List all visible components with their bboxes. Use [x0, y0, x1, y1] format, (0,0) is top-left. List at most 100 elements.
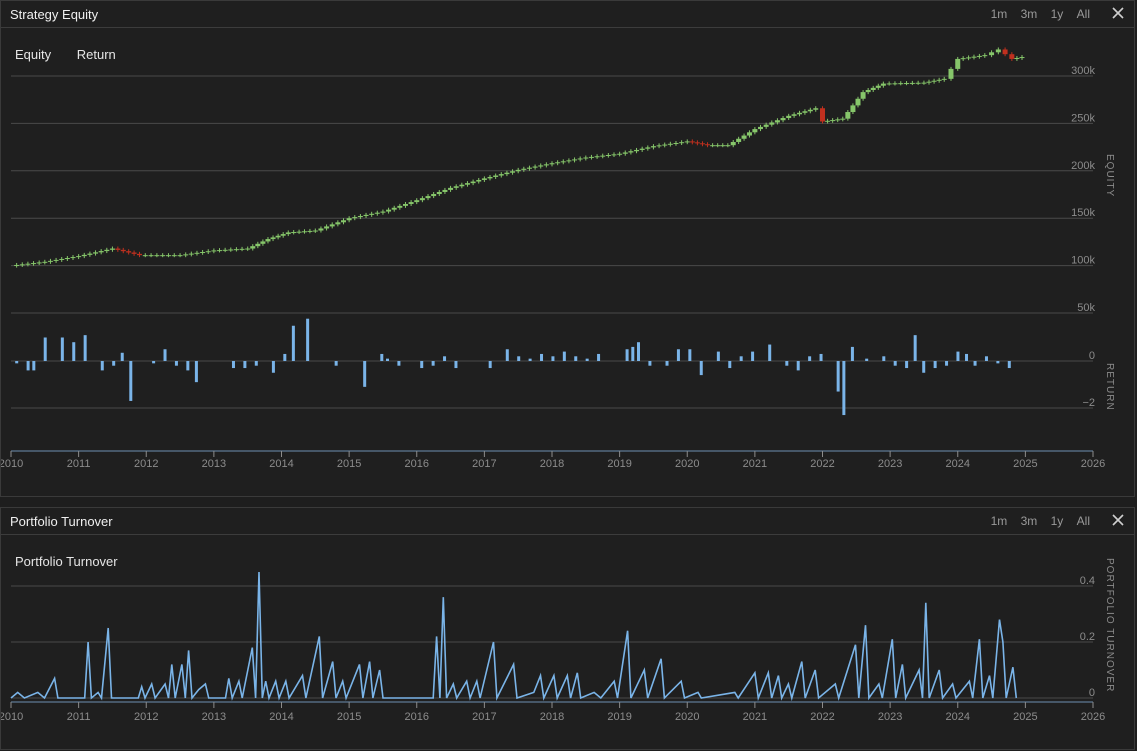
equity-candle: [131, 252, 137, 254]
equity-candle: [285, 232, 291, 235]
equity-candle: [763, 124, 769, 127]
equity-candle: [340, 220, 346, 223]
equity-candle: [476, 179, 482, 182]
equity-candle: [228, 249, 234, 251]
equity-candle: [453, 186, 459, 188]
equity-candle: [363, 214, 369, 216]
equity-candle: [679, 142, 685, 144]
equity-candle: [904, 83, 910, 85]
return-bar: [26, 361, 30, 371]
equity-candle: [448, 187, 454, 190]
return-bar: [283, 353, 287, 361]
equity-candle: [296, 231, 302, 233]
return-bar: [291, 325, 295, 361]
return-bar: [945, 361, 949, 366]
x-axis-tick-label: 2017: [472, 458, 496, 470]
turnover-line: [10, 571, 1018, 702]
equity-candle: [318, 228, 324, 231]
x-axis-tick-label: 2014: [269, 711, 293, 723]
return-bar: [913, 335, 917, 361]
equity-candle: [369, 213, 375, 215]
equity-candle: [42, 261, 48, 263]
equity-candle: [830, 120, 836, 122]
return-bar: [551, 356, 555, 361]
equity-candle: [797, 112, 803, 115]
equity-candle: [966, 57, 972, 59]
equity-candle: [611, 154, 617, 156]
return-bar: [454, 361, 458, 369]
equity-candle: [515, 169, 521, 172]
equity-candle: [414, 200, 420, 203]
equity-candle: [948, 68, 954, 79]
equity-candle: [699, 143, 705, 145]
return-bar: [716, 351, 720, 361]
equity-candle: [498, 174, 504, 176]
equity-candle: [880, 83, 886, 86]
equity-candle: [538, 165, 544, 167]
return-bar: [785, 361, 789, 366]
equity-candle: [109, 248, 115, 250]
equity-candle: [543, 164, 549, 166]
return-bar: [386, 358, 389, 361]
return-axis-label: RETURN: [1104, 363, 1115, 411]
return-bar: [676, 349, 680, 361]
x-axis-tick-label: 2020: [675, 711, 699, 723]
equity-candle: [705, 144, 711, 146]
equity-candle: [725, 145, 731, 147]
equity-candle: [487, 176, 493, 179]
equity-candle: [14, 264, 20, 266]
equity-candle: [720, 145, 726, 147]
return-bar: [72, 342, 76, 361]
equity-candle: [200, 252, 206, 254]
equity-y-tick-label: 200k: [1071, 160, 1095, 172]
equity-candle: [813, 108, 819, 110]
equity-candle: [769, 122, 775, 125]
return-bar: [836, 361, 840, 392]
equity-candle: [931, 80, 937, 82]
equity-candle: [936, 79, 942, 81]
equity-candle: [840, 118, 846, 120]
equity-candle: [710, 145, 716, 147]
x-axis-tick-label: 2012: [134, 458, 158, 470]
x-axis-tick-label: 2021: [743, 711, 767, 723]
equity-candle: [510, 171, 516, 173]
x-axis-tick-label: 2025: [1013, 711, 1037, 723]
x-axis-tick-label: 2022: [810, 711, 834, 723]
return-bar: [231, 361, 235, 369]
return-bar: [585, 358, 589, 361]
x-axis-tick-label: 2013: [202, 458, 226, 470]
equity-candle: [25, 263, 31, 265]
equity-candle: [909, 82, 915, 84]
equity-candle: [459, 184, 465, 187]
return-bar: [83, 335, 87, 361]
equity-candle: [566, 160, 572, 162]
return-bar: [631, 346, 635, 361]
return-bar: [648, 361, 652, 366]
x-axis-tick-label: 2026: [1081, 711, 1105, 723]
equity-candle: [730, 141, 736, 146]
return-bar: [15, 361, 19, 364]
return-bar: [163, 349, 167, 361]
return-bar: [32, 361, 36, 371]
return-bar: [739, 356, 743, 361]
x-axis-tick-label: 2026: [1081, 458, 1105, 470]
equity-candle: [120, 249, 126, 252]
equity-candle: [634, 149, 640, 152]
equity-candle: [470, 181, 476, 184]
equity-candle: [995, 49, 1001, 53]
return-bar: [922, 361, 926, 373]
equity-candle: [239, 248, 245, 250]
return-bar: [905, 361, 909, 369]
equity-candle: [583, 157, 589, 159]
x-axis-tick-label: 2016: [405, 458, 429, 470]
equity-candle: [312, 230, 318, 232]
equity-candle: [1002, 49, 1008, 55]
return-bar: [768, 344, 772, 361]
equity-candle: [807, 109, 813, 112]
return-bar: [152, 361, 156, 364]
equity-y-tick-label: 50k: [1077, 302, 1095, 314]
equity-candle: [346, 218, 352, 221]
equity-candle: [549, 163, 555, 165]
equity-candle: [64, 258, 70, 260]
equity-chart: 50k 100k 150k 200k 250k 300k EQUITY 0 −2 RETURN 20…: [1, 47, 1115, 470]
